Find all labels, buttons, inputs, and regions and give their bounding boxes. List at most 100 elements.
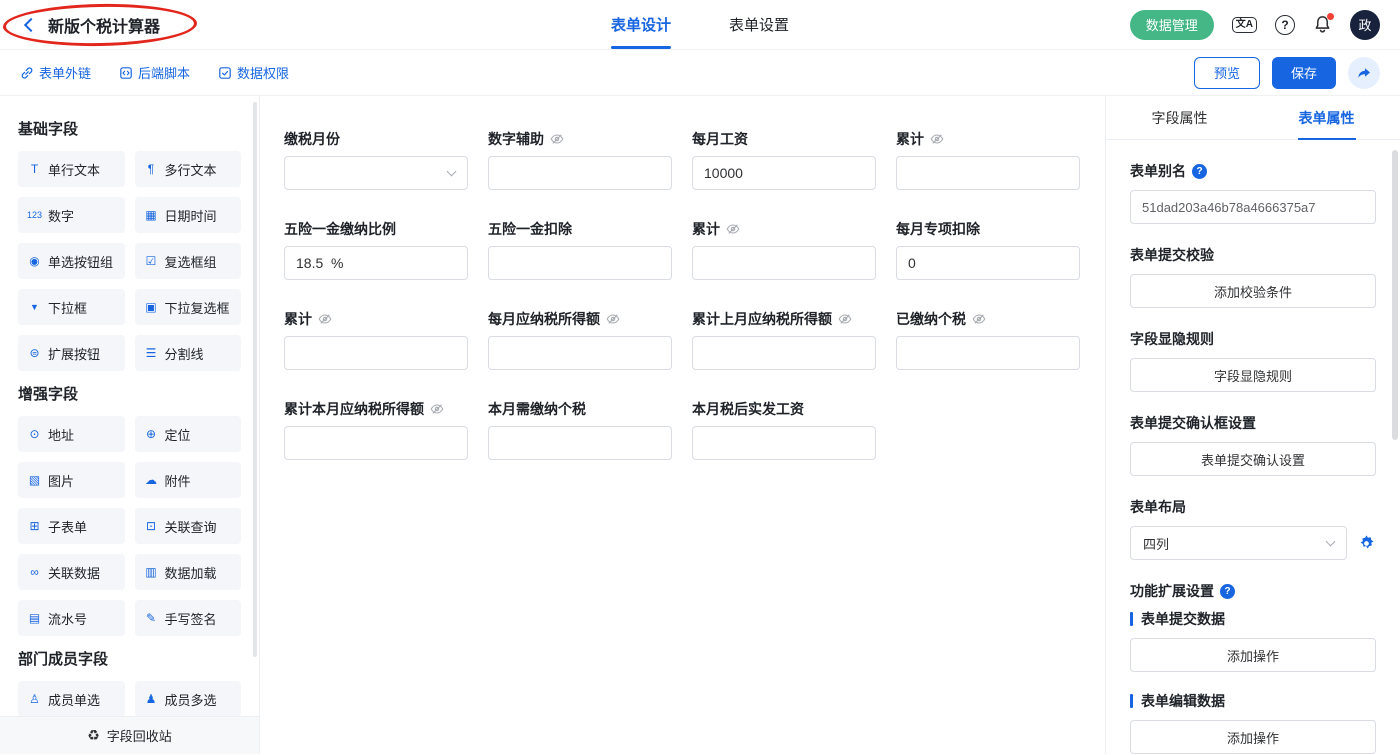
field-label-text: 五险一金扣除: [488, 219, 572, 239]
canvas-field[interactable]: 本月税后实发工资: [692, 400, 876, 460]
field-input[interactable]: [284, 336, 468, 370]
field-recycle-bin[interactable]: ♻ 字段回收站: [0, 716, 259, 754]
form-alias-input[interactable]: [1130, 190, 1376, 224]
form-toolbar: 表单外链 后端脚本 数据权限 预览 保存: [0, 50, 1400, 96]
field-item-number[interactable]: 123数字: [18, 197, 125, 233]
field-label-text: 本月税后实发工资: [692, 399, 804, 419]
field-item-multi-dropdown[interactable]: ▣下拉复选框: [135, 289, 242, 325]
field-input[interactable]: [284, 246, 468, 280]
field-input[interactable]: [692, 156, 876, 190]
canvas-field[interactable]: 累计上月应纳税所得额: [692, 310, 876, 370]
edit-data-subtitle: 表单编辑数据: [1130, 692, 1376, 710]
canvas-field[interactable]: 累计: [692, 220, 876, 280]
field-item-linked-query[interactable]: ⊡关联查询: [135, 508, 242, 544]
field-input[interactable]: [284, 426, 468, 460]
layout-settings-button[interactable]: [1357, 534, 1376, 553]
field-item-linked-data[interactable]: ∞关联数据: [18, 554, 125, 590]
field-label: 数字辅助: [488, 130, 672, 148]
field-input[interactable]: [488, 156, 672, 190]
field-input[interactable]: [896, 246, 1080, 280]
external-link-button[interactable]: 表单外链: [20, 63, 91, 82]
field-input[interactable]: [488, 336, 672, 370]
field-item-single-text[interactable]: T单行文本: [18, 151, 125, 187]
field-item-attachment[interactable]: ☁附件: [135, 462, 242, 498]
translate-icon[interactable]: 文A: [1232, 17, 1257, 33]
sidebar-section-title: 部门成员字段: [18, 648, 241, 669]
add-action-submit-button[interactable]: 添加操作: [1130, 638, 1376, 672]
tab-field-properties[interactable]: 字段属性: [1106, 96, 1253, 139]
field-label-text: 累计: [284, 309, 312, 329]
field-item-member-single[interactable]: ♙成员单选: [18, 681, 125, 717]
avatar[interactable]: 政: [1350, 10, 1380, 40]
canvas-field[interactable]: 累计: [896, 130, 1080, 190]
submit-confirm-button[interactable]: 表单提交确认设置: [1130, 442, 1376, 476]
share-button[interactable]: [1348, 57, 1380, 89]
field-item-extend-button[interactable]: ⊜扩展按钮: [18, 335, 125, 371]
canvas-field[interactable]: 缴税月份: [284, 130, 468, 190]
layout-select[interactable]: 四列: [1130, 526, 1347, 560]
toolbar-actions: 预览 保存: [1194, 57, 1380, 89]
field-item-datetime[interactable]: ▦日期时间: [135, 197, 242, 233]
tab-form-settings[interactable]: 表单设置: [729, 0, 789, 49]
save-button[interactable]: 保存: [1272, 57, 1336, 89]
permission-icon: [218, 66, 232, 80]
field-item-signature[interactable]: ✎手写签名: [135, 600, 242, 636]
bell-icon[interactable]: [1313, 15, 1332, 34]
canvas-field[interactable]: 每月工资: [692, 130, 876, 190]
canvas-field[interactable]: 每月专项扣除: [896, 220, 1080, 280]
canvas-field[interactable]: 本月需缴纳个税: [488, 400, 672, 460]
canvas-field[interactable]: 累计: [284, 310, 468, 370]
field-item-label: 复选框组: [165, 252, 217, 271]
field-item-member-multi[interactable]: ♟成员多选: [135, 681, 242, 717]
back-icon[interactable]: [24, 17, 38, 31]
tab-form-design[interactable]: 表单设计: [611, 0, 671, 49]
field-input[interactable]: [692, 426, 876, 460]
data-permission-button[interactable]: 数据权限: [218, 63, 289, 82]
canvas-field[interactable]: 五险一金缴纳比例: [284, 220, 468, 280]
canvas-field[interactable]: 每月应纳税所得额: [488, 310, 672, 370]
member-multi-icon: ♟: [144, 692, 159, 706]
field-item-data-load[interactable]: ▥数据加载: [135, 554, 242, 590]
field-label-text: 累计: [692, 219, 720, 239]
linked-query-icon: ⊡: [144, 519, 159, 533]
field-input[interactable]: [488, 426, 672, 460]
field-input[interactable]: [896, 156, 1080, 190]
field-input[interactable]: [692, 246, 876, 280]
field-item-image[interactable]: ▧图片: [18, 462, 125, 498]
backend-script-button[interactable]: 后端脚本: [119, 63, 190, 82]
field-input[interactable]: [488, 246, 672, 280]
form-canvas[interactable]: 缴税月份 数字辅助 每月工资 累计 五险一金缴纳比例 五险一金扣除: [260, 96, 1105, 754]
field-item-subform[interactable]: ⊞子表单: [18, 508, 125, 544]
add-validation-button[interactable]: 添加校验条件: [1130, 274, 1376, 308]
help-icon[interactable]: ?: [1275, 15, 1295, 35]
field-input[interactable]: [896, 336, 1080, 370]
canvas-field[interactable]: 已缴纳个税: [896, 310, 1080, 370]
field-item-location[interactable]: ⊕定位: [135, 416, 242, 452]
canvas-field[interactable]: 五险一金扣除: [488, 220, 672, 280]
field-item-address[interactable]: ⊙地址: [18, 416, 125, 452]
field-item-label: 扩展按钮: [48, 344, 100, 363]
help-icon[interactable]: ?: [1192, 164, 1207, 179]
sidebar-scrollbar[interactable]: [253, 102, 257, 657]
field-item-multi-text[interactable]: ¶多行文本: [135, 151, 242, 187]
field-item-label: 手写签名: [165, 609, 217, 628]
field-visibility-button[interactable]: 字段显隐规则: [1130, 358, 1376, 392]
field-item-serial-number[interactable]: ▤流水号: [18, 600, 125, 636]
help-icon[interactable]: ?: [1220, 584, 1235, 599]
recycle-icon: ♻: [87, 727, 100, 744]
add-action-edit-button[interactable]: 添加操作: [1130, 720, 1376, 754]
canvas-field[interactable]: 累计本月应纳税所得额: [284, 400, 468, 460]
field-item-checkbox-group[interactable]: ☑复选框组: [135, 243, 242, 279]
field-select[interactable]: [284, 156, 468, 190]
preview-button[interactable]: 预览: [1194, 57, 1260, 89]
canvas-field[interactable]: 数字辅助: [488, 130, 672, 190]
linked-data-icon: ∞: [27, 565, 42, 579]
field-item-divider[interactable]: ☰分割线: [135, 335, 242, 371]
tab-form-properties[interactable]: 表单属性: [1253, 96, 1400, 139]
data-manage-button[interactable]: 数据管理: [1130, 10, 1214, 40]
field-input[interactable]: [692, 336, 876, 370]
field-item-radio-group[interactable]: ◉单选按钮组: [18, 243, 125, 279]
divider-icon: ☰: [144, 346, 159, 360]
panel-scrollbar[interactable]: [1392, 150, 1398, 440]
field-item-dropdown[interactable]: ▼下拉框: [18, 289, 125, 325]
